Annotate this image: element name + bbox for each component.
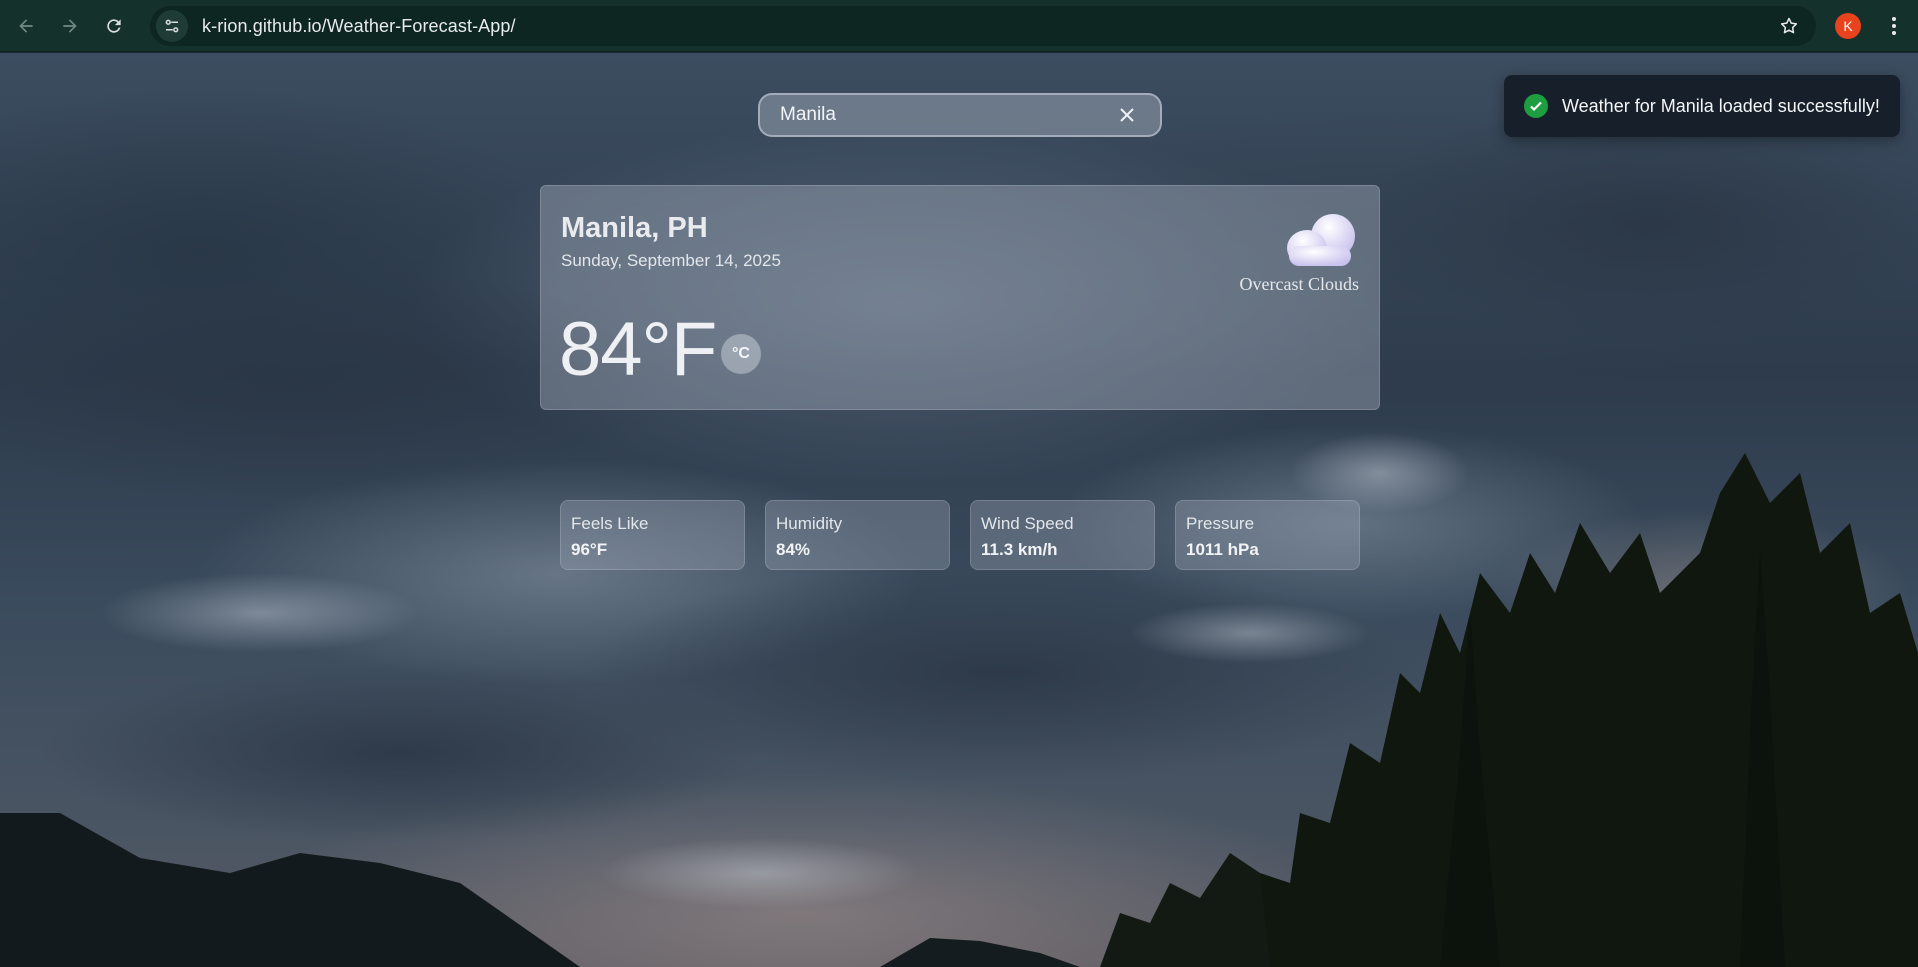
browser-toolbar: k-rion.github.io/Weather-Forecast-App/ K (0, 0, 1918, 52)
stat-wind-speed: Wind Speed 11.3 km/h (970, 500, 1155, 570)
url-text[interactable]: k-rion.github.io/Weather-Forecast-App/ (202, 16, 516, 37)
tune-icon (165, 19, 179, 33)
clear-search-button[interactable] (1112, 100, 1142, 130)
stat-humidity: Humidity 84% (765, 500, 950, 570)
stat-value: 11.3 km/h (981, 540, 1058, 559)
close-icon (1120, 108, 1134, 122)
weather-stats: Feels Like 96°F Humidity 84% Wind Speed … (560, 500, 1360, 570)
condition-text: Overcast Clouds (1239, 274, 1359, 294)
kebab-menu-icon (1892, 17, 1896, 35)
profile-avatar[interactable]: K (1835, 13, 1861, 39)
cloud-icon (1287, 214, 1355, 266)
reload-button[interactable] (96, 8, 132, 44)
toast-message: Weather for Manila loaded successfully! (1562, 95, 1880, 116)
stat-value: 1011 hPa (1186, 540, 1259, 559)
site-info-button[interactable] (156, 10, 188, 42)
stat-value: 84% (776, 540, 811, 559)
browser-menu-button[interactable] (1880, 12, 1908, 40)
success-toast: Weather for Manila loaded successfully! (1504, 75, 1900, 137)
profile-initial: K (1843, 18, 1853, 34)
current-date: Sunday, September 14, 2025 (561, 251, 781, 270)
stat-label: Wind Speed (981, 514, 1074, 533)
forward-button[interactable] (52, 8, 88, 44)
back-button[interactable] (8, 8, 44, 44)
reload-icon (107, 18, 121, 33)
temperature-value: 84°F (559, 307, 717, 392)
search-input[interactable] (780, 95, 1112, 135)
arrow-left-icon (19, 18, 33, 33)
unit-toggle-button[interactable]: °C (721, 334, 761, 374)
stat-label: Pressure (1186, 514, 1255, 533)
stat-feels-like: Feels Like 96°F (560, 500, 745, 570)
star-icon (1780, 17, 1798, 34)
stat-value: 96°F (571, 540, 608, 559)
arrow-right-icon (63, 18, 77, 33)
weather-card: Manila, PH Sunday, September 14, 2025 84… (540, 185, 1380, 410)
stat-label: Humidity (776, 514, 843, 533)
check-circle-icon (1524, 94, 1548, 118)
location-title: Manila, PH (561, 212, 708, 244)
address-bar[interactable]: k-rion.github.io/Weather-Forecast-App/ (150, 6, 1816, 46)
weather-page: Weather for Manila loaded successfully! … (0, 53, 1918, 967)
bookmark-button[interactable] (1776, 13, 1802, 39)
stat-label: Feels Like (571, 514, 649, 533)
city-search (758, 93, 1162, 137)
stat-pressure: Pressure 1011 hPa (1175, 500, 1360, 570)
